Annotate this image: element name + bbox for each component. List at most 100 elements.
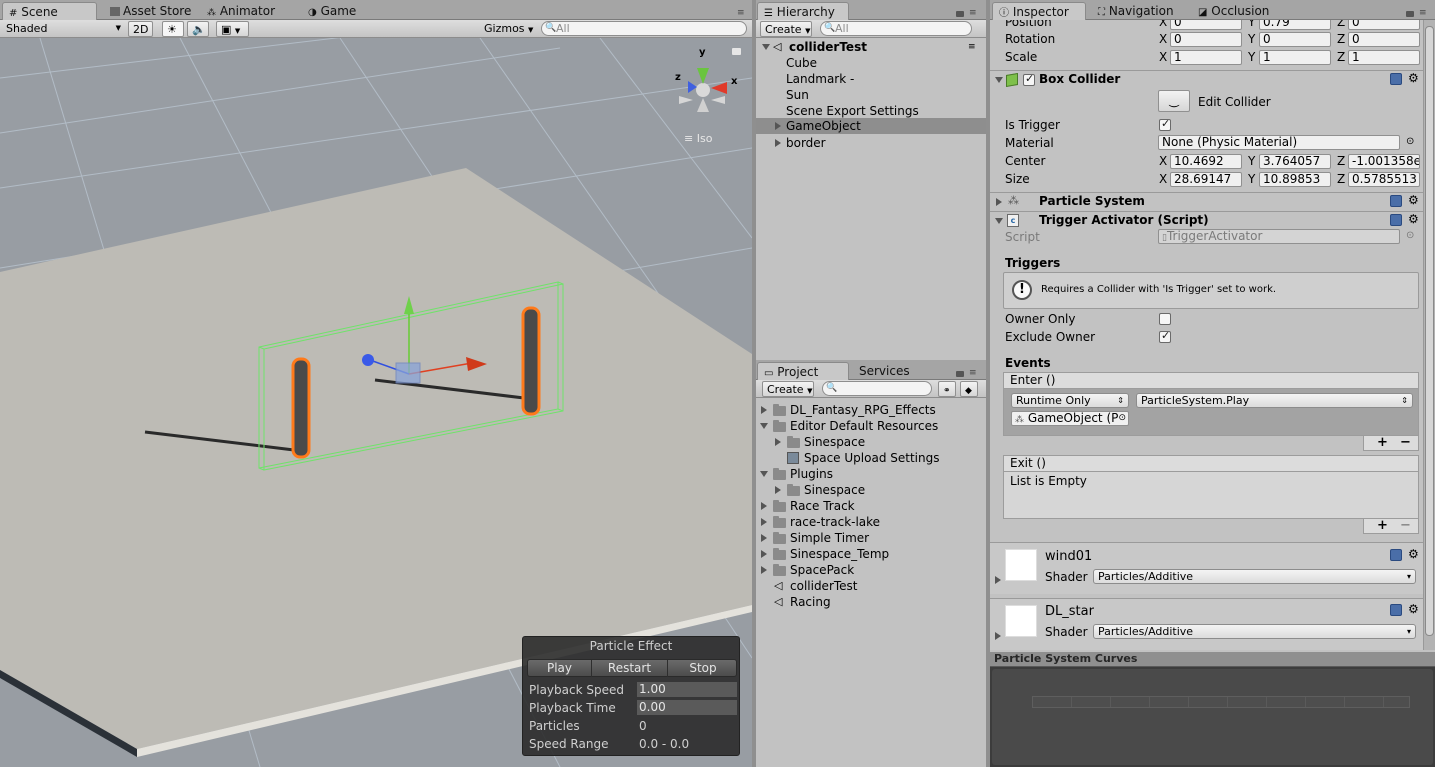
is-trigger-checkbox[interactable] bbox=[1159, 117, 1171, 131]
tab-hierarchy[interactable]: ☰ Hierarchy bbox=[757, 2, 849, 20]
project-folder-item[interactable]: Sinespace bbox=[756, 482, 986, 498]
gizmos-dropdown[interactable]: Gizmos ▼ bbox=[480, 21, 533, 37]
tab-services[interactable]: Services bbox=[853, 362, 910, 380]
position-y-field[interactable]: 0.79 bbox=[1259, 20, 1331, 30]
hierarchy-item[interactable]: Sun bbox=[786, 87, 809, 103]
project-folder-item[interactable]: DL_Fantasy_RPG_Effects bbox=[756, 402, 986, 418]
project-folder-item[interactable]: Editor Default Resources bbox=[756, 418, 986, 434]
tab-game[interactable]: ◑ Game bbox=[302, 2, 356, 20]
scene-menu-icon[interactable]: ≡ bbox=[968, 39, 976, 55]
scale-x-field[interactable]: 1 bbox=[1170, 50, 1242, 65]
tab-project[interactable]: ▭ Project bbox=[757, 362, 849, 380]
scene-search-input[interactable]: 🔍 All bbox=[541, 21, 747, 36]
tab-inspector[interactable]: ⓘ Inspector bbox=[992, 2, 1086, 20]
hierarchy-item[interactable]: Scene Export Settings bbox=[786, 103, 919, 119]
panel-menu-icon[interactable]: ≡ bbox=[969, 368, 977, 378]
playback-speed-field[interactable]: 1.00 bbox=[637, 682, 737, 697]
size-y-field[interactable]: 10.89853 bbox=[1259, 172, 1331, 187]
remove-event-button[interactable]: − bbox=[1400, 518, 1411, 533]
object-picker-icon[interactable]: ⊙ bbox=[1406, 136, 1414, 147]
material-field[interactable]: None (Physic Material) bbox=[1158, 135, 1400, 150]
box-collider-header[interactable]: Box Collider ⚙ bbox=[990, 70, 1423, 89]
filter-by-label-button[interactable]: ◆ bbox=[960, 381, 978, 397]
add-event-button[interactable]: + bbox=[1377, 435, 1388, 450]
project-folder-item[interactable]: Race Track bbox=[756, 498, 986, 514]
tab-navigation[interactable]: ⛶ Navigation bbox=[1092, 2, 1174, 20]
hierarchy-item-selected[interactable]: GameObject bbox=[756, 118, 986, 134]
project-folder-item[interactable]: SpacePack bbox=[756, 562, 986, 578]
size-z-field[interactable]: 0.5785513 bbox=[1348, 172, 1420, 187]
particle-system-header[interactable]: ⁂ Particle System ⚙ bbox=[990, 192, 1423, 211]
rotation-x-field[interactable]: 0 bbox=[1170, 32, 1242, 47]
move-handle-center[interactable] bbox=[395, 362, 421, 384]
scale-y-field[interactable]: 1 bbox=[1259, 50, 1331, 65]
gear-icon[interactable]: ⚙ bbox=[1408, 71, 1419, 85]
project-scene-item[interactable]: ◁ Racing bbox=[756, 594, 986, 610]
center-z-field[interactable]: -1.001358e- bbox=[1348, 154, 1420, 169]
remove-event-button[interactable]: − bbox=[1400, 435, 1411, 450]
lock-icon[interactable] bbox=[1406, 11, 1414, 17]
help-book-icon[interactable] bbox=[1390, 195, 1402, 207]
trigger-activator-header[interactable]: c Trigger Activator (Script) ⚙ bbox=[990, 211, 1423, 230]
scrollbar-thumb[interactable] bbox=[1425, 26, 1434, 636]
tab-animator[interactable]: ⁂ Animator bbox=[201, 2, 275, 20]
shader-dropdown[interactable]: Particles/Additive ▾ bbox=[1093, 624, 1416, 639]
expand-arrow-icon[interactable] bbox=[995, 576, 1001, 584]
curves-editor[interactable] bbox=[992, 669, 1433, 765]
project-create-dropdown[interactable]: Create ▼ bbox=[762, 381, 814, 397]
iso-label[interactable]: ≡ Iso bbox=[684, 131, 712, 147]
hierarchy-scene-row[interactable]: ◁ colliderTest ≡ bbox=[756, 39, 986, 55]
project-search-input[interactable]: 🔍 bbox=[822, 381, 932, 396]
hierarchy-create-dropdown[interactable]: Create ▼ bbox=[760, 21, 812, 37]
project-folder-item[interactable]: Sinespace_Temp bbox=[756, 546, 986, 562]
tab-scene[interactable]: # Scene bbox=[2, 2, 97, 20]
object-picker-icon[interactable]: ⊙ bbox=[1118, 412, 1126, 425]
target-object-field[interactable]: ⁂ GameObject (P ⊙ bbox=[1011, 411, 1129, 426]
lock-icon[interactable] bbox=[956, 11, 964, 17]
gear-icon[interactable]: ⚙ bbox=[1408, 212, 1419, 226]
rotation-y-field[interactable]: 0 bbox=[1259, 32, 1331, 47]
rotation-z-field[interactable]: 0 bbox=[1348, 32, 1420, 47]
playback-time-field[interactable]: 0.00 bbox=[637, 700, 737, 715]
project-folder-item[interactable]: Simple Timer bbox=[756, 530, 986, 546]
help-book-icon[interactable] bbox=[1390, 549, 1402, 561]
scale-z-field[interactable]: 1 bbox=[1348, 50, 1420, 65]
material-preview[interactable] bbox=[1005, 549, 1037, 581]
project-folder-item[interactable]: Plugins bbox=[756, 466, 986, 482]
inspector-scrollbar[interactable] bbox=[1423, 20, 1435, 650]
hierarchy-item[interactable]: Landmark - bbox=[786, 71, 854, 87]
project-scene-item[interactable]: ◁ colliderTest bbox=[756, 578, 986, 594]
lighting-toggle[interactable]: ☀ bbox=[162, 21, 184, 37]
function-dropdown[interactable]: ParticleSystem.Play ⇕ bbox=[1136, 393, 1413, 408]
expand-arrow-icon[interactable] bbox=[995, 632, 1001, 640]
exclude-owner-checkbox[interactable] bbox=[1159, 329, 1171, 343]
hierarchy-search-input[interactable]: 🔍 All bbox=[820, 21, 972, 36]
panel-menu-icon[interactable]: ≡ bbox=[969, 8, 977, 18]
box-collider-enabled-checkbox[interactable] bbox=[1023, 72, 1035, 86]
help-book-icon[interactable] bbox=[1390, 214, 1402, 226]
help-book-icon[interactable] bbox=[1390, 604, 1402, 616]
edit-collider-button[interactable]: ⏝ bbox=[1158, 90, 1190, 112]
material-preview[interactable] bbox=[1005, 605, 1037, 637]
audio-toggle[interactable]: 🔈 bbox=[187, 21, 209, 37]
panel-menu-icon[interactable]: ≡ bbox=[737, 8, 745, 18]
tab-asset-store[interactable]: Asset Store bbox=[104, 2, 191, 20]
center-x-field[interactable]: 10.4692 bbox=[1170, 154, 1242, 169]
help-book-icon[interactable] bbox=[1390, 73, 1402, 85]
restart-button[interactable]: Restart bbox=[592, 660, 668, 677]
play-button[interactable]: Play bbox=[528, 660, 592, 677]
hierarchy-item[interactable]: border bbox=[756, 135, 986, 151]
add-event-button[interactable]: + bbox=[1377, 518, 1388, 533]
lock-icon[interactable] bbox=[732, 48, 741, 55]
position-z-field[interactable]: 0 bbox=[1348, 20, 1420, 30]
stop-button[interactable]: Stop bbox=[668, 660, 738, 677]
owner-only-checkbox[interactable] bbox=[1159, 313, 1171, 325]
shading-dropdown[interactable]: Shaded ▼ bbox=[2, 21, 124, 37]
project-asset-item[interactable]: Space Upload Settings bbox=[756, 450, 986, 466]
panel-menu-icon[interactable]: ≡ bbox=[1419, 8, 1427, 18]
lock-icon[interactable] bbox=[956, 371, 964, 377]
project-folder-item[interactable]: race-track-lake bbox=[756, 514, 986, 530]
toggle-2d-button[interactable]: 2D bbox=[128, 21, 153, 37]
size-x-field[interactable]: 28.69147 bbox=[1170, 172, 1242, 187]
runtime-dropdown[interactable]: Runtime Only ⇕ bbox=[1011, 393, 1129, 408]
